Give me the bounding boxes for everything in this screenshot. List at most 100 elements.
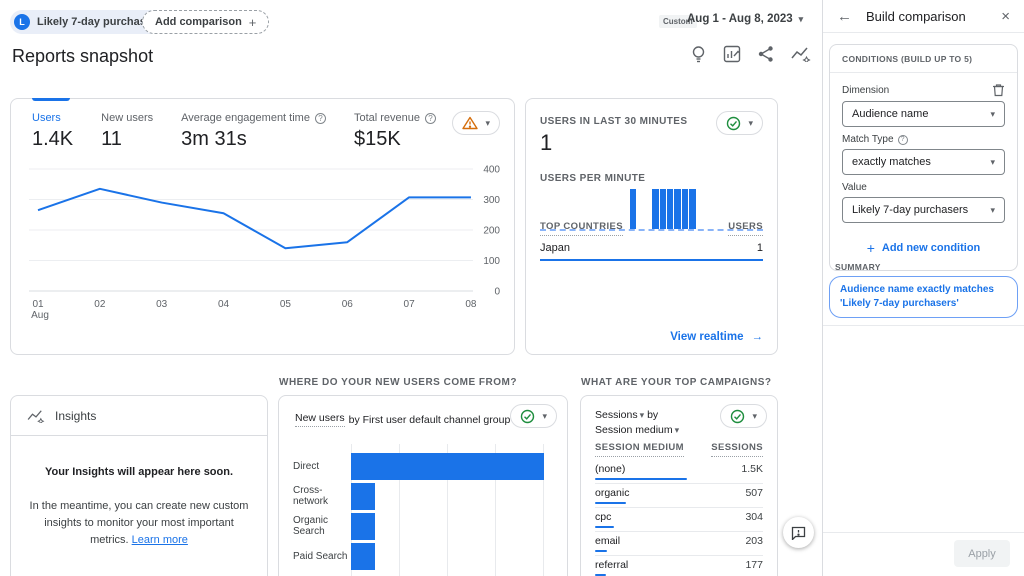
data-quality-warning-dropdown[interactable]: ▾: [452, 111, 500, 135]
customize-report-icon[interactable]: [723, 45, 741, 63]
back-arrow-icon[interactable]: ←: [837, 8, 852, 25]
feedback-button[interactable]: [783, 517, 814, 548]
top-countries-column-header: TOP COUNTRIES: [540, 221, 623, 236]
sessions-proportion-bar: [595, 550, 607, 552]
country-proportion-bar: [540, 259, 763, 261]
metric-value: 11: [101, 128, 153, 151]
view-realtime-label: View realtime: [670, 331, 743, 343]
trending-insights-icon[interactable]: [791, 46, 811, 62]
dimension-label: Dimension: [842, 85, 889, 96]
table-row-referral: referral177: [595, 556, 763, 576]
data-quality-ok-dropdown[interactable]: ▾: [510, 404, 557, 428]
realtime-users-value: 1: [540, 130, 552, 156]
chevron-down-icon: ▾: [990, 109, 995, 120]
chevron-down-icon: ▾: [542, 411, 547, 422]
match-type-select[interactable]: exactly matches ▾: [842, 149, 1005, 175]
close-icon[interactable]: ×: [1001, 8, 1010, 25]
sessions-proportion-bar: [595, 502, 626, 504]
metric-tab-label: Users: [32, 112, 73, 124]
realtime-card: USERS IN LAST 30 MINUTES ▾ 1 USERS PER M…: [525, 98, 778, 355]
channels-section-title: WHERE DO YOUR NEW USERS COME FROM?: [279, 377, 517, 388]
campaigns-by-label: by: [647, 409, 658, 421]
channel-bar: [351, 513, 375, 540]
svg-text:300: 300: [483, 195, 500, 206]
campaigns-metric-dropdown[interactable]: Sessions▾: [595, 409, 644, 421]
table-row-content: (none)1.5K: [595, 463, 763, 475]
table-row-content: cpc304: [595, 511, 763, 523]
metric-tab-new-users[interactable]: New users 11: [101, 112, 153, 151]
channels-chart-title-dropdown[interactable]: New users by First user default channel …: [295, 412, 519, 427]
metric-label-text: New users: [101, 112, 153, 124]
chevron-down-icon: ▾: [748, 118, 753, 129]
dimension-select[interactable]: Audience name ▾: [842, 101, 1005, 127]
metric-tab-average-engagement-time[interactable]: Average engagement time?3m 31s: [181, 112, 326, 151]
svg-text:06: 06: [342, 299, 354, 310]
channel-bar-track: [351, 543, 567, 570]
share-icon[interactable]: [757, 45, 775, 63]
metric-tab-label: Average engagement time?: [181, 112, 326, 124]
add-new-condition-label: Add new condition: [882, 242, 980, 254]
table-row-organic: organic507: [595, 484, 763, 508]
svg-text:0: 0: [494, 287, 500, 298]
metric-label-text: Total revenue: [354, 112, 420, 124]
metric-value: $15K: [354, 128, 436, 151]
sessions-value: 203: [745, 535, 763, 547]
metrics-overview-card: Users 1.4K New users 11 Average engagement t…: [10, 98, 515, 355]
chevron-down-icon: ▾: [640, 410, 645, 420]
add-comparison-label: Add comparison: [155, 16, 242, 28]
match-type-select-value: exactly matches: [852, 156, 931, 168]
arrow-right-icon: →: [752, 331, 764, 343]
sessions-value: 507: [745, 487, 763, 499]
panel-divider: [823, 325, 1024, 326]
table-row-content: referral177: [595, 559, 763, 571]
metric-tab-users[interactable]: Users 1.4K: [32, 112, 73, 151]
channels-metric-label[interactable]: New users: [295, 412, 345, 427]
trash-icon[interactable]: [992, 83, 1005, 97]
value-select-value: Likely 7-day purchasers: [852, 204, 968, 216]
panel-title: Build comparison: [866, 9, 966, 24]
data-quality-ok-dropdown[interactable]: ▾: [716, 111, 763, 135]
add-comparison-button[interactable]: Add comparison +: [142, 10, 269, 34]
channel-row-paid-search: Paid Search: [279, 541, 567, 571]
svg-text:02: 02: [94, 299, 106, 310]
sessions-value: 177: [745, 559, 763, 571]
check-circle-icon: [730, 409, 745, 424]
help-icon[interactable]: ?: [898, 135, 908, 145]
chevron-down-icon: ▾: [675, 425, 680, 435]
help-icon[interactable]: ?: [425, 113, 436, 124]
learn-more-link[interactable]: Learn more: [132, 534, 188, 546]
insights-card: Insights Your Insights will appear here …: [10, 395, 268, 576]
metric-tab-total-revenue[interactable]: Total revenue? $15K: [354, 112, 436, 151]
campaigns-dimension-label: Session medium: [595, 424, 673, 436]
insights-lightbulb-icon[interactable]: [690, 45, 707, 63]
help-icon[interactable]: ?: [315, 113, 326, 124]
channel-bar: [351, 483, 375, 510]
chevron-down-icon: ▾: [799, 14, 804, 25]
realtime-title: USERS IN LAST 30 MINUTES: [540, 116, 687, 127]
date-range-selector[interactable]: Aug 1 - Aug 8, 2023 ▾: [687, 13, 803, 25]
svg-text:05: 05: [280, 299, 292, 310]
apply-button[interactable]: Apply: [954, 540, 1010, 567]
insights-body: Your Insights will appear here soon. In …: [11, 436, 267, 553]
channel-row-direct: Direct: [279, 451, 567, 481]
metric-tab-label: Total revenue?: [354, 112, 436, 124]
campaigns-dimension-dropdown[interactable]: Session medium▾: [595, 424, 679, 436]
chevron-down-icon: ▾: [752, 411, 757, 422]
table-row: Japan 1: [540, 242, 763, 254]
svg-text:400: 400: [483, 165, 500, 176]
page-title: Reports snapshot: [12, 46, 153, 67]
users-line-chart: 400300200100001Aug02030405060708: [11, 157, 516, 327]
summary-condition-chip[interactable]: Audience name exactly matches 'Likely 7-…: [829, 276, 1018, 318]
conditions-card: CONDITIONS (BUILD UP TO 5) Dimension Aud…: [829, 44, 1018, 271]
data-quality-ok-dropdown[interactable]: ▾: [720, 404, 767, 428]
value-select[interactable]: Likely 7-day purchasers ▾: [842, 197, 1005, 223]
channel-bar-track: [351, 483, 567, 510]
country-name: Japan: [540, 242, 570, 254]
chevron-down-icon: ▾: [990, 205, 995, 216]
channel-row-organic-search: Organic Search: [279, 511, 567, 541]
metric-value: 1.4K: [32, 128, 73, 151]
country-users: 1: [757, 242, 763, 254]
new-users-channels-card: New users by First user default channel …: [278, 395, 568, 576]
view-realtime-link[interactable]: View realtime →: [670, 331, 763, 343]
svg-text:01: 01: [32, 299, 44, 310]
